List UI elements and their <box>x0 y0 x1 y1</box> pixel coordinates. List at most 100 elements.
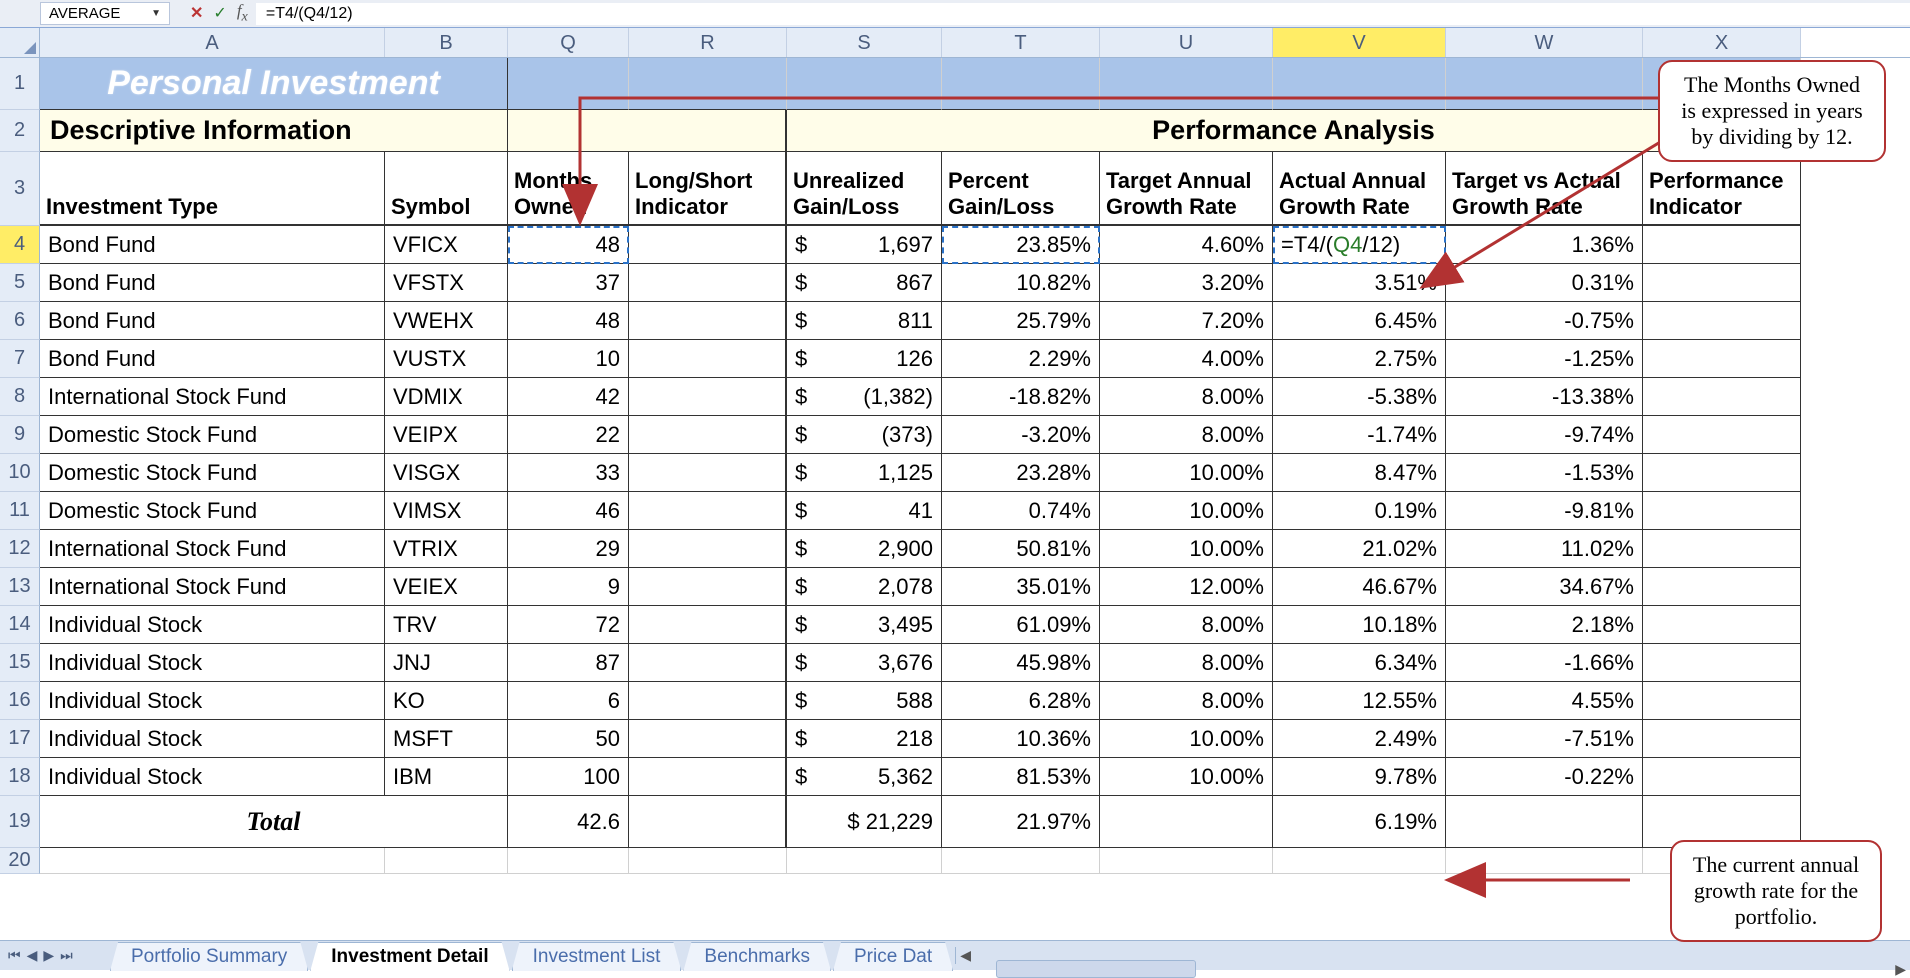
cell-long-short[interactable] <box>629 454 787 492</box>
cell-actual-rate[interactable]: 12.55% <box>1273 682 1446 720</box>
cell-unrealized-gl[interactable]: $3,495 <box>787 606 942 644</box>
cell-months-owned[interactable]: 100 <box>508 758 629 796</box>
cell-target-vs-actual[interactable]: -9.74% <box>1446 416 1643 454</box>
col-header-U[interactable]: U <box>1100 28 1273 57</box>
cell-percent-gl[interactable]: 6.28% <box>942 682 1100 720</box>
cell-percent-gl[interactable]: -3.20% <box>942 416 1100 454</box>
cell-target-vs-actual[interactable]: -0.75% <box>1446 302 1643 340</box>
cell-symbol[interactable]: IBM <box>385 758 508 796</box>
cell-target-rate[interactable]: 12.00% <box>1100 568 1273 606</box>
cell-target-rate[interactable]: 10.00% <box>1100 758 1273 796</box>
tab-portfolio-summary[interactable]: Portfolio Summary <box>110 942 308 971</box>
cell-perf-indicator[interactable] <box>1643 644 1801 682</box>
last-tab-icon[interactable]: ⏭ <box>60 947 73 964</box>
section-descriptive[interactable]: Descriptive Information <box>40 110 508 152</box>
col-header-Q[interactable]: Q <box>508 28 629 57</box>
cell-actual-rate[interactable]: 8.47% <box>1273 454 1446 492</box>
header-months-owned[interactable]: Months Owned <box>508 152 629 226</box>
cell-target-rate[interactable]: 8.00% <box>1100 606 1273 644</box>
col-header-T[interactable]: T <box>942 28 1100 57</box>
total-gl[interactable]: $ 21,229 <box>787 796 942 848</box>
col-header-S[interactable]: S <box>787 28 942 57</box>
cell-investment-type[interactable]: International Stock Fund <box>40 568 385 606</box>
row-header-5[interactable]: 5 <box>0 264 40 302</box>
cell-target-vs-actual[interactable]: -7.51% <box>1446 720 1643 758</box>
cell-months-owned[interactable]: 29 <box>508 530 629 568</box>
cell-percent-gl[interactable]: 0.74% <box>942 492 1100 530</box>
row-header-20[interactable]: 20 <box>0 848 40 874</box>
header-symbol[interactable]: Symbol <box>385 152 508 226</box>
col-header-R[interactable]: R <box>629 28 787 57</box>
cell-investment-type[interactable]: Domestic Stock Fund <box>40 492 385 530</box>
cell-symbol[interactable]: VWEHX <box>385 302 508 340</box>
cell-actual-rate[interactable]: 9.78% <box>1273 758 1446 796</box>
cell-months-owned[interactable]: 87 <box>508 644 629 682</box>
cell-perf-indicator[interactable] <box>1643 378 1801 416</box>
tab-price-data[interactable]: Price Dat <box>833 942 953 971</box>
cell-long-short[interactable] <box>629 682 787 720</box>
formula-input[interactable]: =T4/(Q4/12) <box>256 3 1910 25</box>
cell-target-vs-actual[interactable]: -1.66% <box>1446 644 1643 682</box>
cell-months-owned[interactable]: 22 <box>508 416 629 454</box>
cell-unrealized-gl[interactable]: $(1,382) <box>787 378 942 416</box>
cell-long-short[interactable] <box>629 530 787 568</box>
row-header-11[interactable]: 11 <box>0 492 40 530</box>
cell-actual-rate[interactable]: -5.38% <box>1273 378 1446 416</box>
total-U[interactable] <box>1100 796 1273 848</box>
header-percent-gl[interactable]: Percent Gain/Loss <box>942 152 1100 226</box>
cell-unrealized-gl[interactable]: $588 <box>787 682 942 720</box>
cell-long-short[interactable] <box>629 606 787 644</box>
cell-W20[interactable] <box>1446 848 1643 874</box>
cell-perf-indicator[interactable] <box>1643 416 1801 454</box>
cell-percent-gl[interactable]: 45.98% <box>942 644 1100 682</box>
cell-perf-indicator[interactable] <box>1643 530 1801 568</box>
cell-unrealized-gl[interactable]: $126 <box>787 340 942 378</box>
row-header-9[interactable]: 9 <box>0 416 40 454</box>
cell-symbol[interactable]: VEIPX <box>385 416 508 454</box>
cell-unrealized-gl[interactable]: $(373) <box>787 416 942 454</box>
cell-symbol[interactable]: TRV <box>385 606 508 644</box>
cell-target-rate[interactable]: 8.00% <box>1100 416 1273 454</box>
cell-months-owned[interactable]: 37 <box>508 264 629 302</box>
cell-target-vs-actual[interactable]: 34.67% <box>1446 568 1643 606</box>
cell-Q1[interactable] <box>508 58 629 110</box>
cell-symbol[interactable]: VTRIX <box>385 530 508 568</box>
cell-symbol[interactable]: VDMIX <box>385 378 508 416</box>
header-perf-indicator[interactable]: Performance Indicator <box>1643 152 1801 226</box>
total-pct[interactable]: 21.97% <box>942 796 1100 848</box>
cell-perf-indicator[interactable] <box>1643 302 1801 340</box>
cell-target-vs-actual[interactable]: -9.81% <box>1446 492 1643 530</box>
cell-long-short[interactable] <box>629 226 787 264</box>
cell-perf-indicator[interactable] <box>1643 226 1801 264</box>
cell-investment-type[interactable]: Bond Fund <box>40 226 385 264</box>
cell-investment-type[interactable]: Domestic Stock Fund <box>40 416 385 454</box>
row-header-19[interactable]: 19 <box>0 796 40 848</box>
cell-symbol[interactable]: VFSTX <box>385 264 508 302</box>
col-header-X[interactable]: X <box>1643 28 1801 57</box>
cell-long-short[interactable] <box>629 302 787 340</box>
col-header-W[interactable]: W <box>1446 28 1643 57</box>
cell-symbol[interactable]: VFICX <box>385 226 508 264</box>
cell-target-rate[interactable]: 3.20% <box>1100 264 1273 302</box>
cell-unrealized-gl[interactable]: $1,697 <box>787 226 942 264</box>
cell-target-rate[interactable]: 10.00% <box>1100 720 1273 758</box>
cell-target-vs-actual[interactable]: -1.25% <box>1446 340 1643 378</box>
cell-target-vs-actual[interactable]: -1.53% <box>1446 454 1643 492</box>
row-header-1[interactable]: 1 <box>0 58 40 110</box>
header-target-rate[interactable]: Target Annual Growth Rate <box>1100 152 1273 226</box>
cell-symbol[interactable]: VEIEX <box>385 568 508 606</box>
cell-target-vs-actual[interactable]: 2.18% <box>1446 606 1643 644</box>
cell-percent-gl[interactable]: 23.85% <box>942 226 1100 264</box>
cell-perf-indicator[interactable] <box>1643 758 1801 796</box>
cell-perf-indicator[interactable] <box>1643 682 1801 720</box>
cell-perf-indicator[interactable] <box>1643 454 1801 492</box>
name-box[interactable]: AVERAGE ▼ <box>40 2 170 25</box>
cell-investment-type[interactable]: Individual Stock <box>40 758 385 796</box>
cell-months-owned[interactable]: 33 <box>508 454 629 492</box>
cell-actual-rate[interactable]: 0.19% <box>1273 492 1446 530</box>
cell-target-rate[interactable]: 8.00% <box>1100 378 1273 416</box>
cell-months-owned[interactable]: 46 <box>508 492 629 530</box>
cell-perf-indicator[interactable] <box>1643 568 1801 606</box>
cell-long-short[interactable] <box>629 492 787 530</box>
cell-long-short[interactable] <box>629 758 787 796</box>
